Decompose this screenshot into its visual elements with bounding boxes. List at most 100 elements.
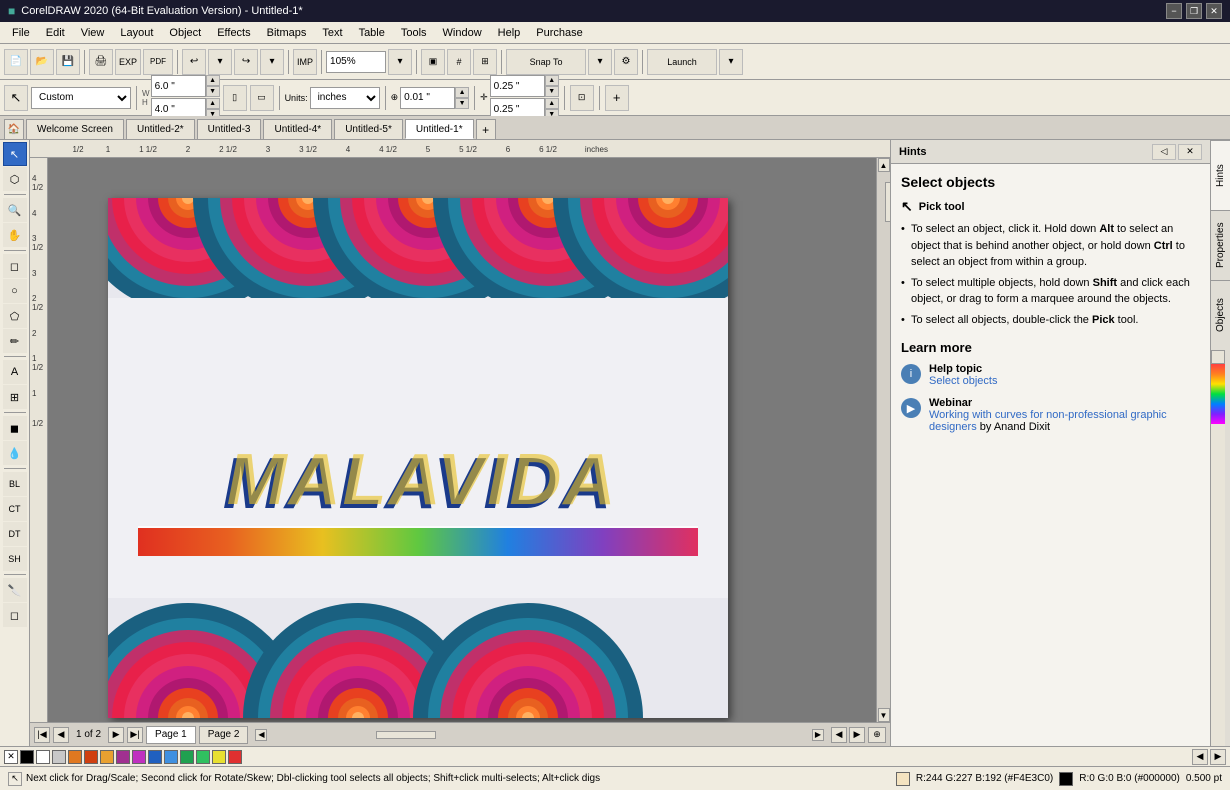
restore-button[interactable]: ❐ bbox=[1186, 3, 1202, 19]
swatch-green[interactable] bbox=[196, 750, 210, 764]
nudge-up[interactable]: ▲ bbox=[455, 87, 469, 98]
page-2-tab[interactable]: Page 2 bbox=[199, 726, 249, 744]
knife-tool[interactable]: 🔪 bbox=[3, 578, 27, 602]
prev-page-btn[interactable]: ◀ bbox=[53, 727, 69, 743]
import-button[interactable]: IMP bbox=[293, 49, 317, 75]
blend-tool[interactable]: BL bbox=[3, 472, 27, 496]
h-scroll-thumb[interactable] bbox=[376, 731, 436, 739]
table-tool[interactable]: ⊞ bbox=[3, 385, 27, 409]
swatch-yellow[interactable] bbox=[212, 750, 226, 764]
right-strip-options[interactable] bbox=[1211, 350, 1225, 364]
last-page-btn[interactable]: ▶| bbox=[127, 727, 143, 743]
redo-dropdown[interactable]: ▾ bbox=[260, 49, 284, 75]
contour-tool[interactable]: CT bbox=[3, 497, 27, 521]
menu-text[interactable]: Text bbox=[314, 25, 350, 41]
dup-x-down[interactable]: ▼ bbox=[545, 86, 559, 97]
scroll-extra-left[interactable]: ◀ bbox=[831, 727, 847, 743]
pan-tool[interactable]: ✋ bbox=[3, 223, 27, 247]
zoom-input[interactable] bbox=[326, 51, 386, 73]
height-up[interactable]: ▲ bbox=[206, 98, 220, 109]
menu-help[interactable]: Help bbox=[490, 25, 529, 41]
menu-table[interactable]: Table bbox=[351, 25, 393, 41]
pdf-button[interactable]: PDF bbox=[143, 49, 173, 75]
fill-tool[interactable]: ◼ bbox=[3, 416, 27, 440]
options-button[interactable]: ⚙ bbox=[614, 49, 638, 75]
menu-view[interactable]: View bbox=[73, 25, 113, 41]
scroll-down-button[interactable]: ▼ bbox=[878, 708, 890, 722]
first-page-btn[interactable]: |◀ bbox=[34, 727, 50, 743]
snap-dropdown[interactable]: ▾ bbox=[588, 49, 612, 75]
swatch-black[interactable] bbox=[20, 750, 34, 764]
menu-edit[interactable]: Edit bbox=[38, 25, 73, 41]
swatch-gold[interactable] bbox=[100, 750, 114, 764]
tab-untitled-1[interactable]: Untitled-1* bbox=[405, 119, 474, 139]
no-fill-swatch[interactable]: ✕ bbox=[4, 750, 18, 764]
open-button[interactable]: 📂 bbox=[30, 49, 54, 75]
nudge-input[interactable] bbox=[400, 87, 455, 109]
text-tool[interactable]: A bbox=[3, 360, 27, 384]
tab-welcome-screen[interactable]: Welcome Screen bbox=[26, 119, 124, 139]
right-tab-objects[interactable]: Objects bbox=[1211, 280, 1230, 350]
tab-untitled-5[interactable]: Untitled-5* bbox=[334, 119, 403, 139]
freehand-tool[interactable]: ✏ bbox=[3, 329, 27, 353]
swatch-blue[interactable] bbox=[148, 750, 162, 764]
menu-tools[interactable]: Tools bbox=[393, 25, 435, 41]
redo-button[interactable]: ↪ bbox=[234, 49, 258, 75]
scroll-extra-right[interactable]: ▶ bbox=[849, 727, 865, 743]
zoom-dropdown[interactable]: ▾ bbox=[388, 49, 412, 75]
hints-close-btn[interactable]: ✕ bbox=[1178, 144, 1202, 160]
launch-button[interactable]: Launch bbox=[647, 49, 717, 75]
hints-pin-btn[interactable]: ◁ bbox=[1152, 144, 1176, 160]
menu-bitmaps[interactable]: Bitmaps bbox=[259, 25, 315, 41]
swatch-purple[interactable] bbox=[116, 750, 130, 764]
swatch-white[interactable] bbox=[36, 750, 50, 764]
zoom-tool[interactable]: 🔍 bbox=[3, 198, 27, 222]
print-button[interactable]: 🖨 bbox=[89, 49, 113, 75]
swatch-gray[interactable] bbox=[52, 750, 66, 764]
menu-window[interactable]: Window bbox=[435, 25, 490, 41]
pick-tool[interactable]: ↖ bbox=[3, 142, 27, 166]
help-topic-link[interactable]: Select objects bbox=[929, 375, 997, 387]
portrait-button[interactable]: ▯ bbox=[223, 85, 247, 111]
export-button[interactable]: EXP bbox=[115, 49, 141, 75]
grid-button[interactable]: # bbox=[447, 49, 471, 75]
page-1-tab[interactable]: Page 1 bbox=[146, 726, 196, 744]
swatch-dark-green[interactable] bbox=[180, 750, 194, 764]
home-tab[interactable]: 🏠 bbox=[4, 119, 24, 139]
landscape-button[interactable]: ▭ bbox=[250, 85, 274, 111]
tab-untitled-4[interactable]: Untitled-4* bbox=[263, 119, 332, 139]
width-input[interactable] bbox=[151, 75, 206, 97]
swatch-magenta[interactable] bbox=[132, 750, 146, 764]
swatch-orange[interactable] bbox=[68, 750, 82, 764]
snap-button[interactable]: Snap To bbox=[506, 49, 586, 75]
menu-file[interactable]: File bbox=[4, 25, 38, 41]
vertical-scrollbar[interactable]: ▲ ▼ bbox=[876, 158, 890, 722]
dup-y-up[interactable]: ▲ bbox=[545, 98, 559, 109]
scroll-left-btn[interactable]: ◀ bbox=[255, 729, 267, 741]
node-tool[interactable]: ⬡ bbox=[3, 167, 27, 191]
polygon-tool[interactable]: ⬠ bbox=[3, 304, 27, 328]
scroll-right-btn[interactable]: ▶ bbox=[812, 729, 824, 741]
save-button[interactable]: 💾 bbox=[56, 49, 80, 75]
eraser-tool[interactable]: ◻ bbox=[3, 603, 27, 627]
palette-right-btn[interactable]: ▶ bbox=[1210, 749, 1226, 765]
width-down[interactable]: ▼ bbox=[206, 86, 220, 97]
undo-dropdown[interactable]: ▾ bbox=[208, 49, 232, 75]
scroll-up-button[interactable]: ▲ bbox=[878, 158, 890, 172]
view-mode-button[interactable]: ▣ bbox=[421, 49, 445, 75]
add-tab-button[interactable]: + bbox=[476, 119, 496, 139]
dup-x-input[interactable] bbox=[490, 75, 545, 97]
tab-untitled-2[interactable]: Untitled-2* bbox=[126, 119, 195, 139]
scroll-thumb[interactable] bbox=[885, 182, 891, 222]
right-tab-properties[interactable]: Properties bbox=[1211, 210, 1230, 280]
table-button[interactable]: ⊞ bbox=[473, 49, 497, 75]
close-button[interactable]: ✕ bbox=[1206, 3, 1222, 19]
dup-x-up[interactable]: ▲ bbox=[545, 75, 559, 86]
zoom-fit-btn[interactable]: ⊕ bbox=[868, 727, 886, 743]
shadow-tool[interactable]: SH bbox=[3, 547, 27, 571]
undo-button[interactable]: ↩ bbox=[182, 49, 206, 75]
units-dropdown[interactable]: inches mm cm bbox=[310, 87, 380, 109]
width-up[interactable]: ▲ bbox=[206, 75, 220, 86]
minimize-button[interactable]: − bbox=[1166, 3, 1182, 19]
nudge-down[interactable]: ▼ bbox=[455, 98, 469, 109]
